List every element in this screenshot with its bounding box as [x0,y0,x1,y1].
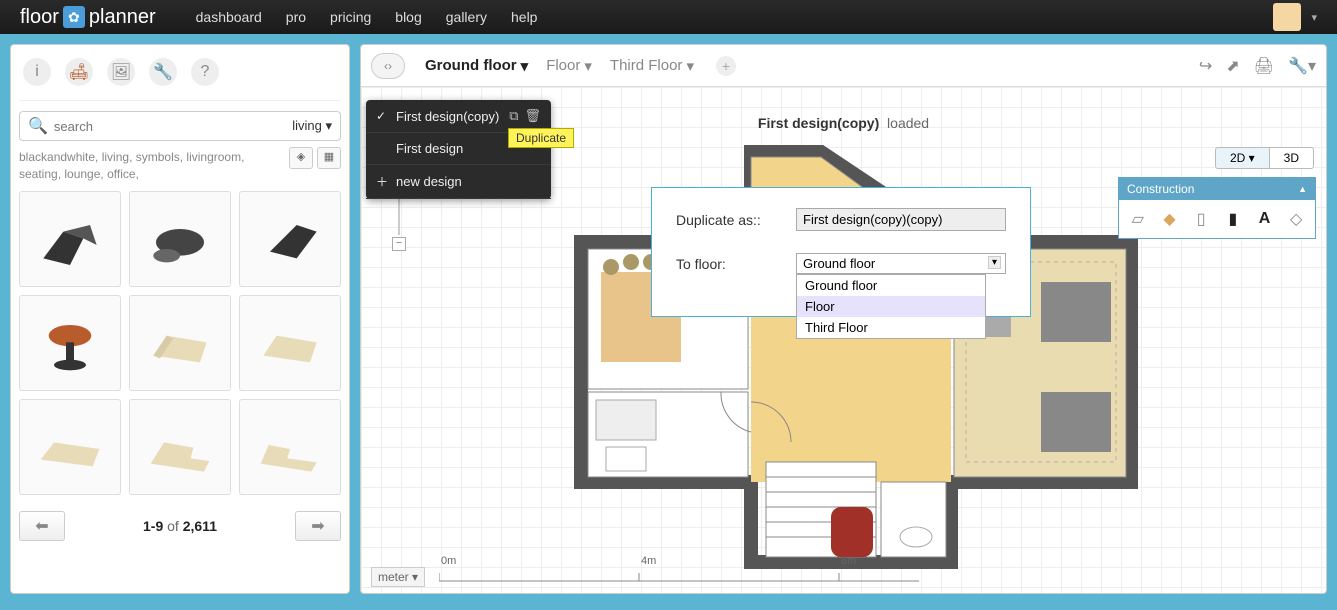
top-navbar: floor ✿ planner dashboard pro pricing bl… [0,0,1337,34]
check-icon: ✓ [376,109,388,123]
tab-third-floor[interactable]: Third Floor ▾ [610,56,694,76]
add-floor-button[interactable]: + [716,56,736,76]
door-tool-icon[interactable]: ▯ [1188,206,1214,232]
nav-gallery[interactable]: gallery [446,9,487,25]
design-label: new design [396,174,462,189]
logo-text-right: planner [89,6,156,29]
zoom-out-button[interactable]: − [392,237,406,251]
nav-pricing[interactable]: pricing [330,9,371,25]
nav-help[interactable]: help [511,9,537,25]
chevron-down-icon: ▾ [521,57,529,75]
thumb-sectional-1[interactable] [129,399,231,495]
avatar[interactable] [1273,3,1301,31]
design-label: First design [396,141,463,156]
construction-header[interactable]: Construction ▲ [1119,178,1315,200]
floor-option-third[interactable]: Third Floor [797,317,985,338]
plus-icon: ＋ [376,173,388,190]
surface-tool-icon[interactable]: ◆ [1157,206,1183,232]
duplicate-icon[interactable]: ⧉ [509,108,518,124]
photo-icon[interactable]: 🖼 [107,58,135,86]
page-info: 1-9 of 2,611 [143,518,217,534]
ruler-mark-4m: 4m [641,555,656,567]
sidebar: i 🛋 🖼 🔧 ? 🔍 living ▾ blackandwhite, livi… [10,44,350,594]
duplicate-tooltip: Duplicate [508,128,574,148]
tools-icon[interactable]: 🔧 [149,58,177,86]
chevron-down-icon: ▾ [584,57,592,75]
construction-title: Construction [1127,182,1194,196]
dimension-tool-icon[interactable]: ◇ [1283,206,1309,232]
floor-nav-arrows[interactable]: ‹› [371,53,405,79]
thumb-sofa-2[interactable] [239,295,341,391]
redo-icon[interactable]: ↪ [1199,56,1212,76]
construction-panel: Construction ▲ ▱ ◆ ▯ ▮ A ◇ [1118,177,1316,239]
collapse-icon[interactable]: ▲ [1298,184,1307,194]
view-toggle: 2D ▾ 3D [1215,147,1314,169]
to-floor-label: To floor: [676,256,796,272]
logo[interactable]: floor ✿ planner [20,6,156,29]
canvas-header: ‹› Ground floor ▾ Floor ▾ Third Floor ▾ … [361,45,1326,87]
tab-floor[interactable]: Floor ▾ [546,56,592,76]
thumb-sectional-2[interactable] [239,399,341,495]
project-title: First design(copy) loaded [758,115,929,131]
pager: ⬅ 1-9 of 2,611 ➡ [19,511,341,541]
share-icon[interactable]: ⬈ [1226,56,1239,76]
text-tool-icon[interactable]: A [1252,206,1278,232]
duplicate-dialog: Duplicate as:: To floor: Ground floor Gr… [651,187,1031,317]
ruler-scale [439,569,939,585]
thumb-lounge-chair[interactable] [129,191,231,287]
logo-icon: ✿ [63,6,85,28]
settings-icon[interactable]: 🔧▾ [1288,56,1316,76]
chevron-down-icon: ▾ [686,57,694,75]
nav-dashboard[interactable]: dashboard [196,9,262,25]
floor-option-floor[interactable]: Floor [797,296,985,317]
thumb-chair-1[interactable] [19,191,121,287]
wall-tool-icon[interactable]: ▱ [1125,206,1151,232]
duplicate-as-label: Duplicate as:: [676,212,796,228]
furniture-grid [19,191,341,495]
ruler-mark-8m: 8m [841,555,856,567]
thumb-sofa-1[interactable] [129,295,231,391]
view-3d-button[interactable]: 3D [1270,147,1314,169]
info-icon[interactable]: i [23,58,51,86]
logo-text-left: floor [20,6,59,29]
user-dropdown[interactable]: ▾ [1311,11,1317,24]
print-icon[interactable]: 🖨 [1254,56,1274,76]
new-design-button[interactable]: ＋ new design [366,165,551,199]
tab-ground-floor[interactable]: Ground floor ▾ [425,56,528,76]
view-grid-icon[interactable]: ▦ [317,147,341,169]
design-label: First design(copy) [396,109,499,124]
search-row: 🔍 living ▾ [19,111,341,141]
floor-options-popup: Ground floor Floor Third Floor [796,274,986,339]
nav-pro[interactable]: pro [286,9,306,25]
window-tool-icon[interactable]: ▮ [1220,206,1246,232]
floor-option-ground[interactable]: Ground floor [797,275,985,296]
search-input[interactable] [54,119,292,134]
view-2d-button[interactable]: 2D ▾ [1215,147,1270,169]
page-next-button[interactable]: ➡ [295,511,341,541]
floor-tabs: Ground floor ▾ Floor ▾ Third Floor ▾ + [425,56,736,76]
search-icon: 🔍 [28,116,48,136]
to-floor-select[interactable]: Ground floor [796,253,1006,274]
designs-dropdown: ✓ First design(copy) ⧉ 🗑 First design ＋ … [366,100,551,199]
view-3d-icon[interactable]: ◈ [289,147,313,169]
canvas-area: ‹› Ground floor ▾ Floor ▾ Third Floor ▾ … [360,44,1327,594]
unit-selector[interactable]: meter ▾ [371,567,425,587]
thumb-couch-1[interactable] [19,399,121,495]
sidebar-toolbar: i 🛋 🖼 🔧 ? [19,53,341,101]
thumb-recliner[interactable] [239,191,341,287]
delete-icon[interactable]: 🗑 [524,108,541,124]
tag-list: blackandwhite, living, symbols, livingro… [19,149,341,183]
help-icon[interactable]: ? [191,58,219,86]
nav-blog[interactable]: blog [395,9,421,25]
page-prev-button[interactable]: ⬅ [19,511,65,541]
tags-text[interactable]: blackandwhite, living, symbols, livingro… [19,150,244,181]
thumb-stool[interactable] [19,295,121,391]
category-selector[interactable]: living ▾ [292,118,332,134]
furniture-icon[interactable]: 🛋 [65,58,93,86]
ruler: meter ▾ 0m 4m 8m [371,567,939,587]
duplicate-name-input[interactable] [796,208,1006,231]
ruler-mark-0m: 0m [441,555,456,567]
